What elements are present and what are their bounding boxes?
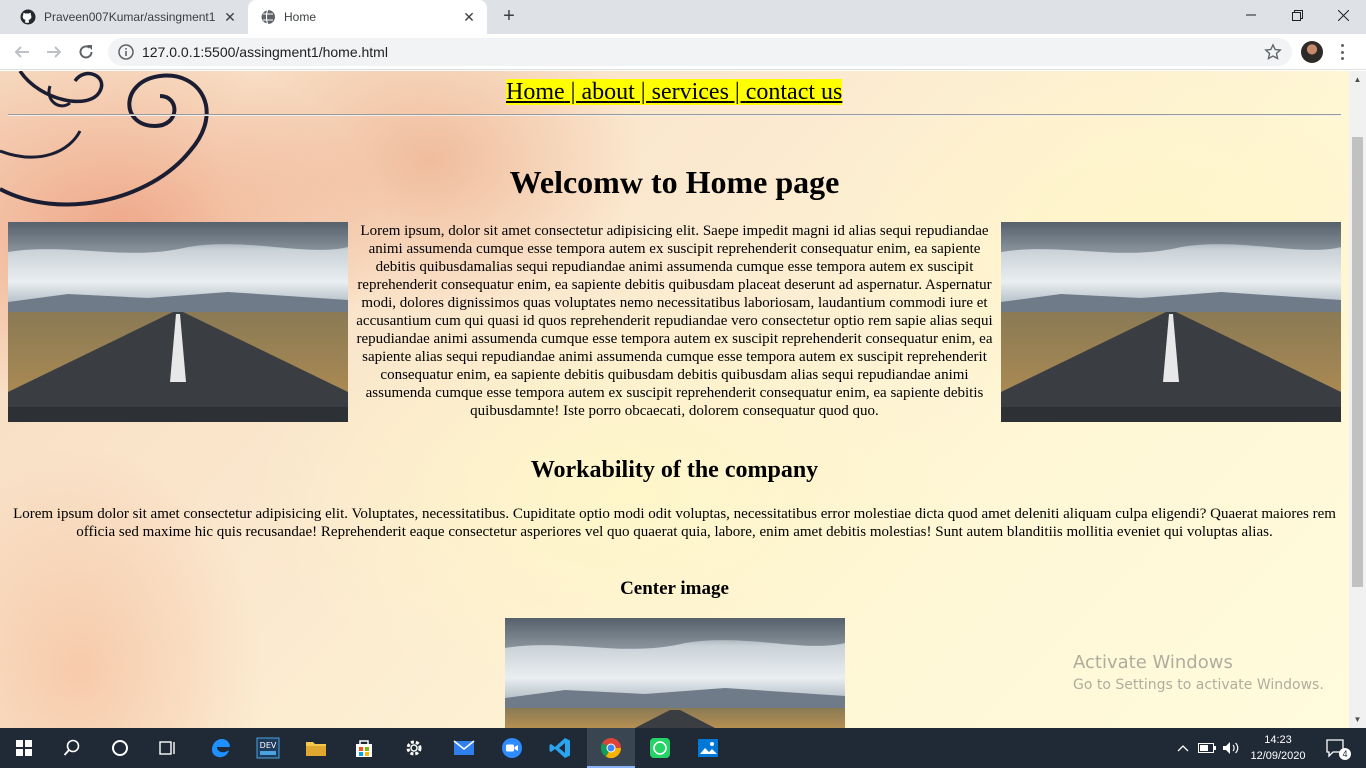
scroll-thumb[interactable] bbox=[1352, 137, 1363, 587]
globe-icon bbox=[260, 9, 276, 25]
reload-icon bbox=[79, 45, 93, 59]
info-icon[interactable] bbox=[118, 44, 134, 65]
close-window-button[interactable] bbox=[1320, 0, 1366, 30]
nav-contact-link[interactable]: contact us bbox=[746, 79, 843, 105]
notifications-button[interactable]: 4 bbox=[1318, 728, 1354, 768]
page-viewport: Home | about | services | contact us Wel… bbox=[0, 71, 1349, 728]
activate-windows-watermark: Activate Windows Go to Settings to activ… bbox=[1073, 652, 1324, 693]
back-button[interactable] bbox=[10, 40, 34, 64]
task-view-icon bbox=[159, 741, 175, 755]
section-paragraph: Lorem ipsum dolor sit amet consectetur a… bbox=[13, 506, 1336, 540]
search-button[interactable] bbox=[48, 728, 96, 768]
dev-icon: DEV bbox=[256, 737, 280, 759]
browser-toolbar: 127.0.0.1:5500/assingment1/home.html bbox=[0, 34, 1366, 70]
close-tab-icon[interactable]: ✕ bbox=[220, 7, 240, 27]
forward-button[interactable] bbox=[42, 40, 66, 64]
nav-home-link[interactable]: Home bbox=[506, 79, 565, 105]
dev-app-button[interactable]: DEV bbox=[244, 728, 292, 768]
battery-button[interactable] bbox=[1196, 728, 1218, 768]
store-button[interactable] bbox=[340, 728, 388, 768]
volume-icon bbox=[1223, 742, 1239, 754]
address-bar[interactable]: 127.0.0.1:5500/assingment1/home.html bbox=[108, 38, 1292, 66]
image-heading: Center image bbox=[620, 578, 729, 599]
tab-title: Home bbox=[284, 10, 317, 24]
new-tab-button[interactable]: + bbox=[498, 6, 520, 28]
vscode-button[interactable] bbox=[536, 728, 584, 768]
road-image-center bbox=[505, 618, 845, 728]
file-explorer-button[interactable] bbox=[292, 728, 340, 768]
battery-icon bbox=[1198, 743, 1216, 753]
nav-separator: | bbox=[564, 79, 582, 105]
gear-icon bbox=[406, 740, 422, 756]
section-heading: Workability of the company bbox=[530, 457, 819, 483]
profile-avatar[interactable] bbox=[1301, 41, 1323, 63]
decorative-swirl bbox=[0, 71, 209, 207]
mail-button[interactable] bbox=[440, 728, 488, 768]
arrow-right-icon bbox=[47, 46, 62, 58]
whatsapp-button[interactable] bbox=[636, 728, 684, 768]
clock-time: 14:23 bbox=[1264, 734, 1292, 746]
nav-separator: | bbox=[728, 79, 746, 105]
scroll-up-icon[interactable]: ▲ bbox=[1353, 75, 1362, 84]
svg-text:DEV: DEV bbox=[260, 741, 277, 750]
close-icon bbox=[1337, 9, 1349, 21]
bookmark-star-icon[interactable] bbox=[1264, 43, 1282, 66]
restore-icon bbox=[1291, 9, 1303, 21]
close-tab-icon[interactable]: ✕ bbox=[459, 7, 479, 27]
tab-title: Praveen007Kumar/assingment1 bbox=[44, 10, 216, 24]
arrow-left-icon bbox=[14, 46, 29, 58]
main-paragraph: Lorem ipsum, dolor sit amet consectetur … bbox=[356, 223, 993, 419]
restore-button[interactable] bbox=[1274, 0, 1320, 30]
nav-separator: | bbox=[634, 79, 652, 105]
whatsapp-icon bbox=[650, 738, 670, 758]
show-hidden-icons-button[interactable] bbox=[1172, 728, 1194, 768]
edge-icon bbox=[212, 739, 230, 758]
page-title: Welcomw to Home page bbox=[509, 164, 840, 200]
divider bbox=[8, 114, 1341, 116]
mail-icon bbox=[453, 740, 475, 755]
zoom-button[interactable] bbox=[488, 728, 536, 768]
chrome-button[interactable] bbox=[587, 728, 635, 768]
cortana-icon bbox=[112, 740, 128, 756]
scroll-down-icon[interactable]: ▼ bbox=[1353, 715, 1362, 724]
top-navigation: Home | about | services | contact us bbox=[506, 79, 843, 105]
vscode-icon bbox=[549, 738, 570, 758]
edge-button[interactable] bbox=[196, 728, 244, 768]
reload-button[interactable] bbox=[74, 40, 98, 64]
watermark-title: Activate Windows bbox=[1073, 652, 1233, 673]
system-clock[interactable]: 14:23 12/09/2020 bbox=[1246, 732, 1310, 764]
page-scrollbar[interactable]: ▲ ▼ bbox=[1349, 71, 1366, 728]
chevron-up-icon bbox=[1177, 745, 1189, 752]
road-image-right bbox=[1001, 222, 1341, 422]
road-image-left bbox=[8, 222, 348, 422]
tab-github[interactable]: Praveen007Kumar/assingment1 ✕ bbox=[8, 0, 248, 34]
search-icon bbox=[63, 739, 80, 756]
chrome-icon bbox=[600, 738, 622, 759]
volume-button[interactable] bbox=[1220, 728, 1242, 768]
tab-home[interactable]: Home ✕ bbox=[248, 0, 487, 34]
watermark-subtitle: Go to Settings to activate Windows. bbox=[1073, 677, 1324, 693]
minimize-icon bbox=[1246, 14, 1256, 16]
photos-icon bbox=[698, 739, 718, 757]
start-button[interactable] bbox=[0, 728, 48, 768]
url-text[interactable]: 127.0.0.1:5500/assingment1/home.html bbox=[142, 44, 388, 60]
minimize-button[interactable] bbox=[1228, 0, 1274, 30]
taskbar: DEV 14:23 12/09/2020 4 bbox=[0, 728, 1366, 768]
github-icon bbox=[20, 9, 36, 25]
file-explorer-icon bbox=[306, 742, 326, 756]
cortana-button[interactable] bbox=[96, 728, 144, 768]
settings-button[interactable] bbox=[390, 728, 438, 768]
notification-count-badge: 4 bbox=[1339, 748, 1351, 760]
windows-logo-icon bbox=[16, 740, 32, 756]
photos-button[interactable] bbox=[684, 728, 732, 768]
zoom-icon bbox=[502, 738, 522, 758]
nav-services-link[interactable]: services bbox=[652, 79, 729, 105]
store-icon bbox=[356, 740, 372, 757]
clock-date: 12/09/2020 bbox=[1250, 750, 1306, 762]
task-view-button[interactable] bbox=[144, 728, 192, 768]
tab-strip: Praveen007Kumar/assingment1 ✕ Home ✕ + bbox=[0, 0, 1366, 34]
browser-menu-button[interactable] bbox=[1336, 42, 1348, 62]
nav-about-link[interactable]: about bbox=[581, 79, 634, 105]
